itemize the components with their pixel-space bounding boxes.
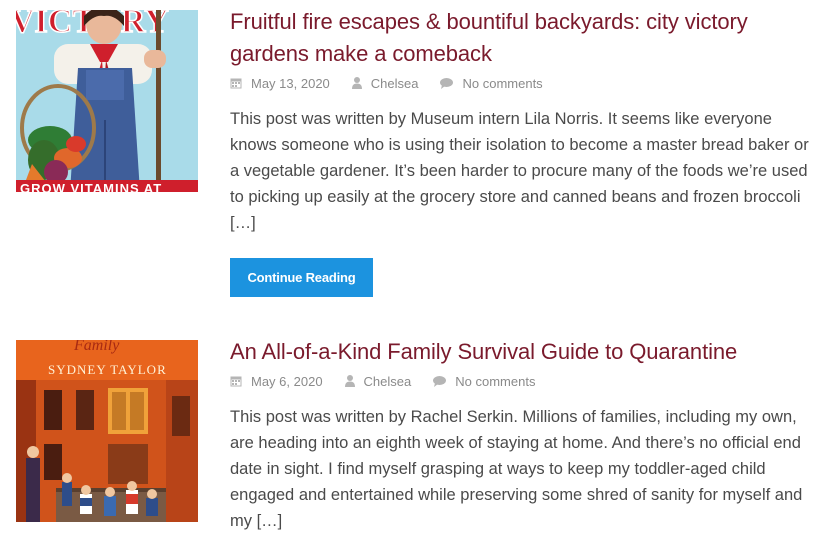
comment-icon	[440, 77, 454, 89]
post-comments: No comments	[440, 76, 543, 91]
post-thumbnail-victory-garden[interactable]: VICTORY	[16, 10, 198, 192]
continue-reading-button[interactable]: Continue Reading	[230, 258, 373, 297]
post-thumbnail-all-of-a-kind-family[interactable]: Family SYDNEY TAYLOR	[16, 340, 198, 522]
post-author-link[interactable]: Chelsea	[364, 374, 412, 389]
victory-garden-poster-image: VICTORY	[16, 10, 198, 192]
post-comments: No comments	[433, 374, 535, 389]
calendar-icon	[230, 78, 242, 89]
post-comments-link[interactable]: No comments	[462, 76, 542, 91]
post-meta: May 6, 2020 Chelsea No comments	[230, 371, 815, 391]
calendar-icon	[230, 376, 242, 387]
post-author-link[interactable]: Chelsea	[371, 76, 419, 91]
all-of-a-kind-family-cover-image: Family SYDNEY TAYLOR	[16, 340, 198, 522]
post-content: An All-of-a-Kind Family Survival Guide t…	[230, 336, 815, 534]
post-date-text[interactable]: May 6, 2020	[251, 374, 323, 389]
post-author: Chelsea	[351, 76, 419, 91]
post-comments-link[interactable]: No comments	[455, 374, 535, 389]
cover-script-text: Family	[73, 340, 120, 354]
post-date: May 6, 2020	[230, 374, 323, 389]
post-title-link[interactable]: Fruitful fire escapes & bountiful backya…	[230, 6, 815, 70]
user-icon	[351, 77, 362, 89]
post-excerpt: This post was written by Rachel Serkin. …	[230, 408, 803, 530]
cover-author-text: SYDNEY TAYLOR	[48, 362, 167, 377]
comment-icon	[433, 375, 447, 387]
post-author: Chelsea	[344, 374, 412, 389]
post-date-text[interactable]: May 13, 2020	[251, 76, 330, 91]
post-title-link[interactable]: An All-of-a-Kind Family Survival Guide t…	[230, 336, 815, 368]
post-content: Fruitful fire escapes & bountiful backya…	[230, 6, 815, 297]
post-date: May 13, 2020	[230, 76, 330, 91]
post-excerpt: This post was written by Museum intern L…	[230, 110, 809, 232]
user-icon	[344, 375, 355, 387]
post-meta: May 13, 2020 Chelsea No comments	[230, 73, 815, 93]
poster-bottom-text: GROW VITAMINS AT	[20, 181, 162, 192]
